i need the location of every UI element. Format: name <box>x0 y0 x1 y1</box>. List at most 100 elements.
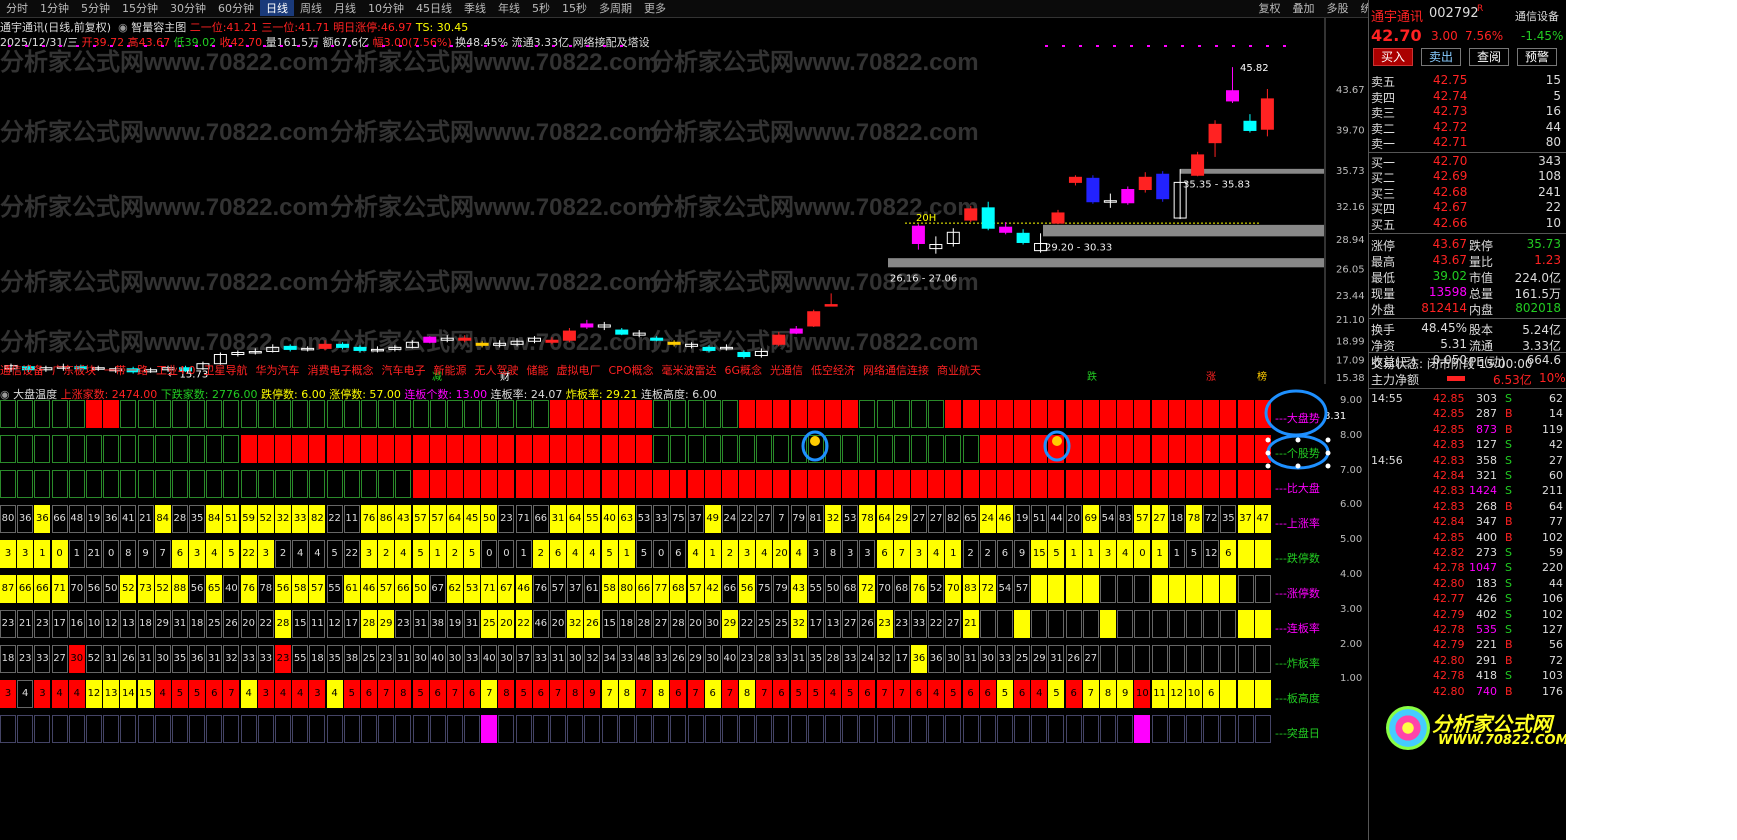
indicator-cell: 12 <box>1168 680 1185 708</box>
candle-body[interactable] <box>1191 154 1205 176</box>
candle-body[interactable] <box>911 225 925 244</box>
sector-tag[interactable]: 新能源 <box>434 364 467 377</box>
candle-body[interactable] <box>615 329 629 335</box>
candle-body[interactable] <box>737 351 751 358</box>
sector-tag[interactable]: 无人驾驶 <box>475 364 519 377</box>
indicator-cell <box>154 715 171 743</box>
candle-body[interactable] <box>824 304 838 307</box>
bid-row[interactable]: 买三 42.68 241 <box>1369 185 1566 201</box>
quote-sector[interactable]: 通信设备 <box>1515 8 1559 24</box>
sector-tag[interactable]: 毫米波雷达 <box>661 364 716 377</box>
indicator-cell <box>928 715 945 743</box>
alert-button[interactable]: 预警 <box>1517 48 1557 66</box>
candle-body[interactable] <box>1138 176 1152 191</box>
sector-tag[interactable]: CPO概念 <box>609 364 654 377</box>
candle-body[interactable] <box>1068 176 1082 183</box>
indicator-cell: 35 <box>1220 505 1237 533</box>
indicator-cell <box>51 400 68 428</box>
kline-chart[interactable]: 分析家公式网www.70822.com 分析家公式网www.70822.com分析… <box>0 0 1368 384</box>
candle-body[interactable] <box>1243 120 1257 131</box>
indicator-cell: 33 <box>773 645 790 673</box>
indicator-cell: 7 <box>481 680 498 708</box>
sector-tag[interactable]: 广东板块 <box>52 364 96 377</box>
candle-body[interactable] <box>1156 173 1170 200</box>
signal-dot <box>1079 45 1082 47</box>
candle-body[interactable] <box>999 226 1013 233</box>
sector-tag[interactable]: 消费电子概念 <box>308 364 374 377</box>
sector-tag[interactable]: 6G概念 <box>724 364 762 377</box>
sector-tag[interactable]: 卫星导航 <box>204 364 248 377</box>
candle-body[interactable] <box>545 339 559 343</box>
candle-body[interactable] <box>1208 123 1222 144</box>
candle-body[interactable] <box>562 330 576 341</box>
bid-row[interactable]: 买一 42.70 343 <box>1369 154 1566 170</box>
sector-tag[interactable]: 一带一路 <box>104 364 148 377</box>
candle-body[interactable] <box>650 337 664 341</box>
bid-row[interactable]: 买四 42.67 22 <box>1369 200 1566 216</box>
indicator-cell: 35 <box>807 645 824 673</box>
candle-body[interactable] <box>318 343 332 349</box>
bid-row[interactable]: 买五 42.66 10 <box>1369 216 1566 232</box>
candle-body[interactable] <box>353 346 367 351</box>
candle-body[interactable] <box>458 337 472 341</box>
ask-row[interactable]: 卖五 42.75 15 <box>1369 73 1566 89</box>
candle-body[interactable] <box>1121 189 1135 204</box>
bid-row[interactable]: 买二 42.69 108 <box>1369 169 1566 185</box>
indicator-cell: 6 <box>1065 680 1082 708</box>
ask-row[interactable]: 卖四 42.74 5 <box>1369 89 1566 105</box>
indicator-cell <box>1134 400 1151 428</box>
sector-tag[interactable]: 工业4.0 <box>156 364 196 377</box>
sector-tag[interactable]: 虚拟电厂 <box>557 364 601 377</box>
sector-tag[interactable]: 光通信 <box>770 364 803 377</box>
sector-tag[interactable]: 汽车电子 <box>382 364 426 377</box>
candle-body[interactable] <box>667 341 681 345</box>
indicator-cell <box>1254 540 1271 568</box>
candle-body[interactable] <box>423 336 437 343</box>
indicator-cell: 7 <box>601 680 618 708</box>
candle-body[interactable] <box>702 346 716 351</box>
indicator-cell: 6 <box>979 680 996 708</box>
ask-row[interactable]: 卖一 42.71 80 <box>1369 135 1566 151</box>
indicator-cell <box>1185 645 1202 673</box>
ask-row[interactable]: 卖三 42.73 16 <box>1369 104 1566 120</box>
indicator-cell <box>1117 715 1134 743</box>
sell-button[interactable]: 卖出 <box>1421 48 1461 66</box>
candle-body[interactable] <box>1051 212 1065 224</box>
signal-dot <box>450 45 453 47</box>
indicator-cell <box>618 715 635 743</box>
candle-body[interactable] <box>1016 232 1030 243</box>
price-tick: 23.44 <box>1336 291 1365 302</box>
candle-body[interactable] <box>807 311 821 327</box>
signal-dot <box>1096 45 1099 47</box>
indicator-cell: 33 <box>996 645 1013 673</box>
candle-body[interactable] <box>789 328 803 334</box>
indicator-cell: 77 <box>653 575 670 603</box>
ask-row[interactable]: 卖二 42.72 44 <box>1369 120 1566 136</box>
candle-body[interactable] <box>475 342 489 346</box>
indicator-cell <box>1048 715 1065 743</box>
candle-body[interactable] <box>1260 98 1274 130</box>
sector-tag[interactable]: 网络通信连接 <box>863 364 929 377</box>
indicator-cell <box>687 400 704 428</box>
candle-body[interactable] <box>283 345 297 350</box>
indicator-cell: 66 <box>17 575 34 603</box>
indicator-cell <box>1185 470 1202 498</box>
indicator-cell <box>1151 400 1168 428</box>
indicator-cell: 36 <box>103 505 120 533</box>
candle-body[interactable] <box>1226 90 1239 102</box>
sector-tag[interactable]: 华为汽车 <box>256 364 300 377</box>
candle-body[interactable] <box>981 207 995 229</box>
sector-tag[interactable]: 通信设备 <box>0 364 44 377</box>
candle-body[interactable] <box>580 323 594 328</box>
sector-tag[interactable]: 储能 <box>527 364 549 377</box>
candle-body[interactable] <box>964 208 978 221</box>
sector-tag[interactable]: 商业航天 <box>937 364 981 377</box>
signal-dot <box>382 45 385 47</box>
tick-row: 42.77 426 S 106 <box>1433 592 1563 606</box>
sector-tag[interactable]: 低空经济 <box>811 364 855 377</box>
candle-body[interactable] <box>772 334 786 345</box>
candle-body[interactable] <box>336 343 350 348</box>
candle-body[interactable] <box>1086 177 1100 203</box>
buy-button[interactable]: 买入 <box>1373 48 1413 66</box>
query-button[interactable]: 查阅 <box>1469 48 1509 66</box>
